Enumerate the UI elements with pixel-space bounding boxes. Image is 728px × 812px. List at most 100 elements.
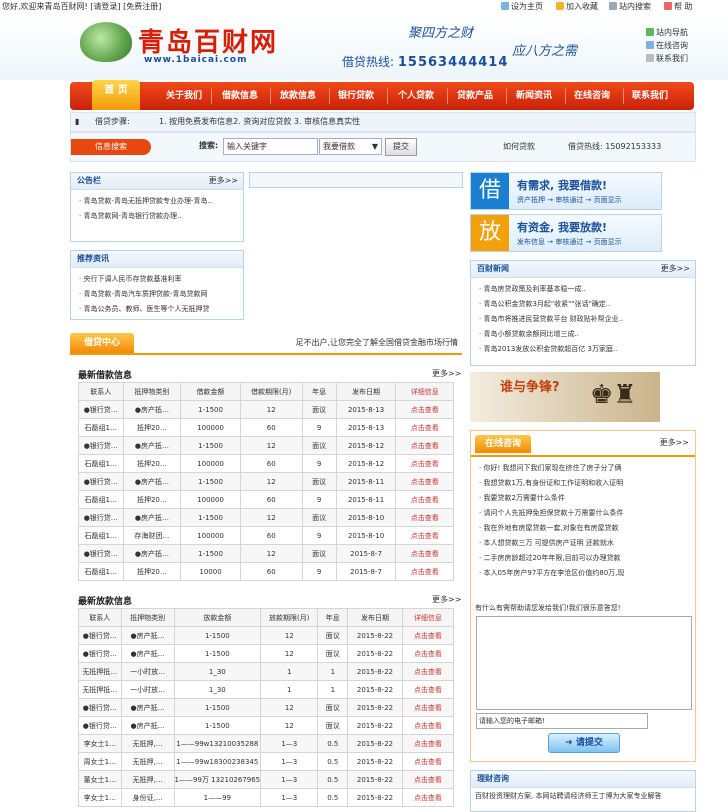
table-cell[interactable]: 点击查看 [395, 472, 454, 491]
table-cell[interactable]: 点击查看 [395, 562, 454, 581]
list-item[interactable]: 青岛2013发放公积金贷款超百亿 3万家庭.. [479, 342, 695, 357]
notice-header: 公告栏 更多>> [71, 173, 243, 190]
table-cell[interactable]: 点击查看 [395, 508, 454, 527]
list-item[interactable]: 我要贷款2万需要什么条件 [479, 491, 689, 506]
list-item[interactable]: 本人05年房产97平方在李沧区价值约80万,现 [479, 566, 689, 581]
table-cell: 石磊组1… [78, 490, 124, 509]
list-item[interactable]: 青岛房贷政策及利率基本稳一成.. [479, 282, 695, 297]
table-cell: 12 [239, 400, 303, 419]
table-cell[interactable]: 点击查看 [401, 752, 455, 771]
table-cell: 抵押20… [122, 562, 182, 581]
table-cell: 面议 [317, 698, 349, 717]
list-item[interactable]: 请问个人先抵押免担保贷款十万需要什么条件 [479, 506, 689, 521]
table-cell[interactable]: 点击查看 [401, 716, 455, 735]
consult-more-link[interactable]: 更多>> [660, 437, 689, 448]
list-item[interactable]: 本人想贷款三万 可提供房产证明 还款就水 [479, 536, 689, 551]
lend-promo-title: 有资金, 我要放款! [517, 221, 608, 234]
main-nav: 首 页 关于我们 借款信息 放款信息 银行贷款 个人贷款 贷款产品 新闻资讯 在… [70, 80, 694, 110]
borrow-promo[interactable]: 借 有需求, 我要借款! 资产抵押 → 审核通过 → 页面显示 [470, 172, 662, 210]
table-cell[interactable]: 点击查看 [395, 436, 454, 455]
consult-tab[interactable]: 在线咨询 [475, 435, 531, 453]
nav-news[interactable]: 新闻资讯 [516, 82, 552, 110]
table-cell[interactable]: 点击查看 [395, 526, 454, 545]
column-header: 借款金额 [180, 382, 241, 401]
table-cell[interactable]: 点击查看 [401, 770, 455, 789]
table-row: 无抵押抵… 一小时放… 1_30 1 1 2015-8-22 点击查看 [78, 662, 455, 681]
notice-more-link[interactable]: 更多>> [209, 173, 238, 189]
chess-banner[interactable]: 谁与争锋? ♚♜ [470, 372, 660, 422]
table-cell[interactable]: 点击查看 [395, 490, 454, 509]
add-favorite-link[interactable]: 加入收藏 [556, 0, 598, 14]
nav-consult[interactable]: 在线咨询 [574, 82, 610, 110]
nav-about[interactable]: 关于我们 [166, 82, 202, 110]
site-search-link[interactable]: 站内搜索 [609, 0, 651, 14]
table-cell[interactable]: 点击查看 [395, 454, 454, 473]
list-item[interactable]: 我想贷款1万,有身份证和工作证明和收入证明 [479, 476, 689, 491]
lend-icon: 放 [471, 215, 509, 251]
table-cell: 12 [260, 698, 319, 717]
loan-type-select[interactable]: 我要借款 ▼ [319, 138, 382, 155]
list-item[interactable]: 二手房房龄超过20年年限,目前可以办理贷款 [479, 551, 689, 566]
nav-bank-loan[interactable]: 银行贷款 [338, 82, 374, 110]
list-item[interactable]: 青岛贷款网-青岛银行贷款办理.. [79, 209, 243, 224]
table-cell: 1——99 [173, 788, 262, 807]
site-nav-link[interactable]: 站内导航 [646, 26, 688, 39]
online-consult-link[interactable]: 在线咨询 [646, 39, 688, 52]
table-cell[interactable]: 点击查看 [401, 680, 455, 699]
column-header: 发布日期 [347, 608, 403, 627]
nav-borrow-info[interactable]: 借款信息 [222, 82, 258, 110]
lend-promo[interactable]: 放 有资金, 我要放款! 发布信息 → 审核通过 → 页面显示 [470, 214, 662, 252]
list-item[interactable]: 我在外地有房屋贷款一套,对象在有房屋贷款 [479, 521, 689, 536]
list-item[interactable]: 青岛公务员、教师、医生等个人无抵押贷 [79, 302, 243, 317]
chess-banner-title: 谁与争锋? [500, 380, 560, 395]
table-cell: 0.5 [317, 734, 349, 753]
table-cell: 石磊组1… [78, 526, 124, 545]
contact-link[interactable]: 联系我们 [646, 52, 688, 65]
table-row: 石磊组1… 抵押20… 100000 60 9 2015-8-12 点击查看 [78, 454, 454, 473]
borrow-promo-title: 有需求, 我要借款! [517, 179, 608, 192]
table-cell[interactable]: 点击查看 [401, 788, 455, 807]
table-cell: 1 [317, 662, 349, 681]
table-cell: 石磊组1… [78, 454, 124, 473]
table-cell: 1_30 [173, 680, 262, 699]
borrow-table: 联系人 抵押物类别 借款金额 借款期限(月) 年息 发布日期 详细信息 ●银行贷… ●房产抵… 1… [78, 382, 454, 581]
consult-submit-button[interactable]: ➜ 请提交 [548, 733, 620, 753]
loan-center-tab[interactable]: 借贷中心 [70, 333, 134, 353]
list-item[interactable]: 青岛小额贷款余额同比增三成.. [479, 327, 695, 342]
borrow-more-link[interactable]: 更多>> [432, 368, 461, 379]
nav-personal-loan[interactable]: 个人贷款 [398, 82, 434, 110]
lend-more-link[interactable]: 更多>> [432, 594, 461, 605]
help-link[interactable]: 帮 助 [664, 0, 693, 14]
table-cell[interactable]: 点击查看 [401, 662, 455, 681]
list-item[interactable]: 你好! 我想问下我们家现在挤住了房子分了俩 [479, 461, 689, 476]
nav-home[interactable]: 首 页 [92, 80, 140, 110]
list-item[interactable]: 青岛市将推进民营贷款平台 财政贴补帮企业.. [479, 312, 695, 327]
list-item[interactable]: 青岛贷款-青岛汽车质押贷款-青岛贷款网 [79, 287, 243, 302]
steps-label: 借贷步骤: [95, 117, 130, 126]
loan-center-bar: 借贷中心 足不出户,让您完全了解全国借贷金融市场行情 [70, 333, 462, 355]
consult-message-textarea[interactable] [476, 616, 692, 710]
list-item[interactable]: 青岛公积金贷款3月起"收紧""张话"确定.. [479, 297, 695, 312]
nav-contact[interactable]: 联系我们 [632, 82, 668, 110]
list-item[interactable]: 青岛贷款-青岛无抵押贷款专业办理-青岛.. [79, 194, 243, 209]
search-input[interactable]: 输入关键字 [223, 138, 318, 155]
site-logo[interactable]: 青岛百财网 [138, 22, 278, 59]
table-cell[interactable]: 点击查看 [395, 544, 454, 563]
table-cell[interactable]: 点击查看 [401, 644, 455, 663]
nav-loan-products[interactable]: 贷款产品 [457, 82, 493, 110]
list-item[interactable]: 央行下调人民币存贷款基准利率 [79, 272, 243, 287]
table-cell[interactable]: 点击查看 [401, 734, 455, 753]
news-more-link[interactable]: 更多>> [661, 261, 690, 277]
table-cell[interactable]: 点击查看 [401, 698, 455, 717]
table-cell: 0.5 [317, 752, 349, 771]
search-submit-button[interactable]: 提交 [385, 138, 417, 156]
nav-lend-info[interactable]: 放款信息 [280, 82, 316, 110]
set-home-link[interactable]: 设为主页 [501, 0, 543, 14]
table-cell[interactable]: 点击查看 [395, 400, 454, 419]
email-field[interactable]: 请输入您的电子邮箱! [476, 713, 648, 729]
how-to-loan-link[interactable]: 如何贷款 [503, 141, 535, 152]
table-cell[interactable]: 点击查看 [395, 418, 454, 437]
steps-text: 1. 按用免费发布信息2. 资询对应贷款 3. 审核信息真实性 [159, 117, 361, 126]
info-search-tab[interactable]: 信息搜索 [71, 139, 151, 155]
table-cell[interactable]: 点击查看 [401, 626, 455, 645]
